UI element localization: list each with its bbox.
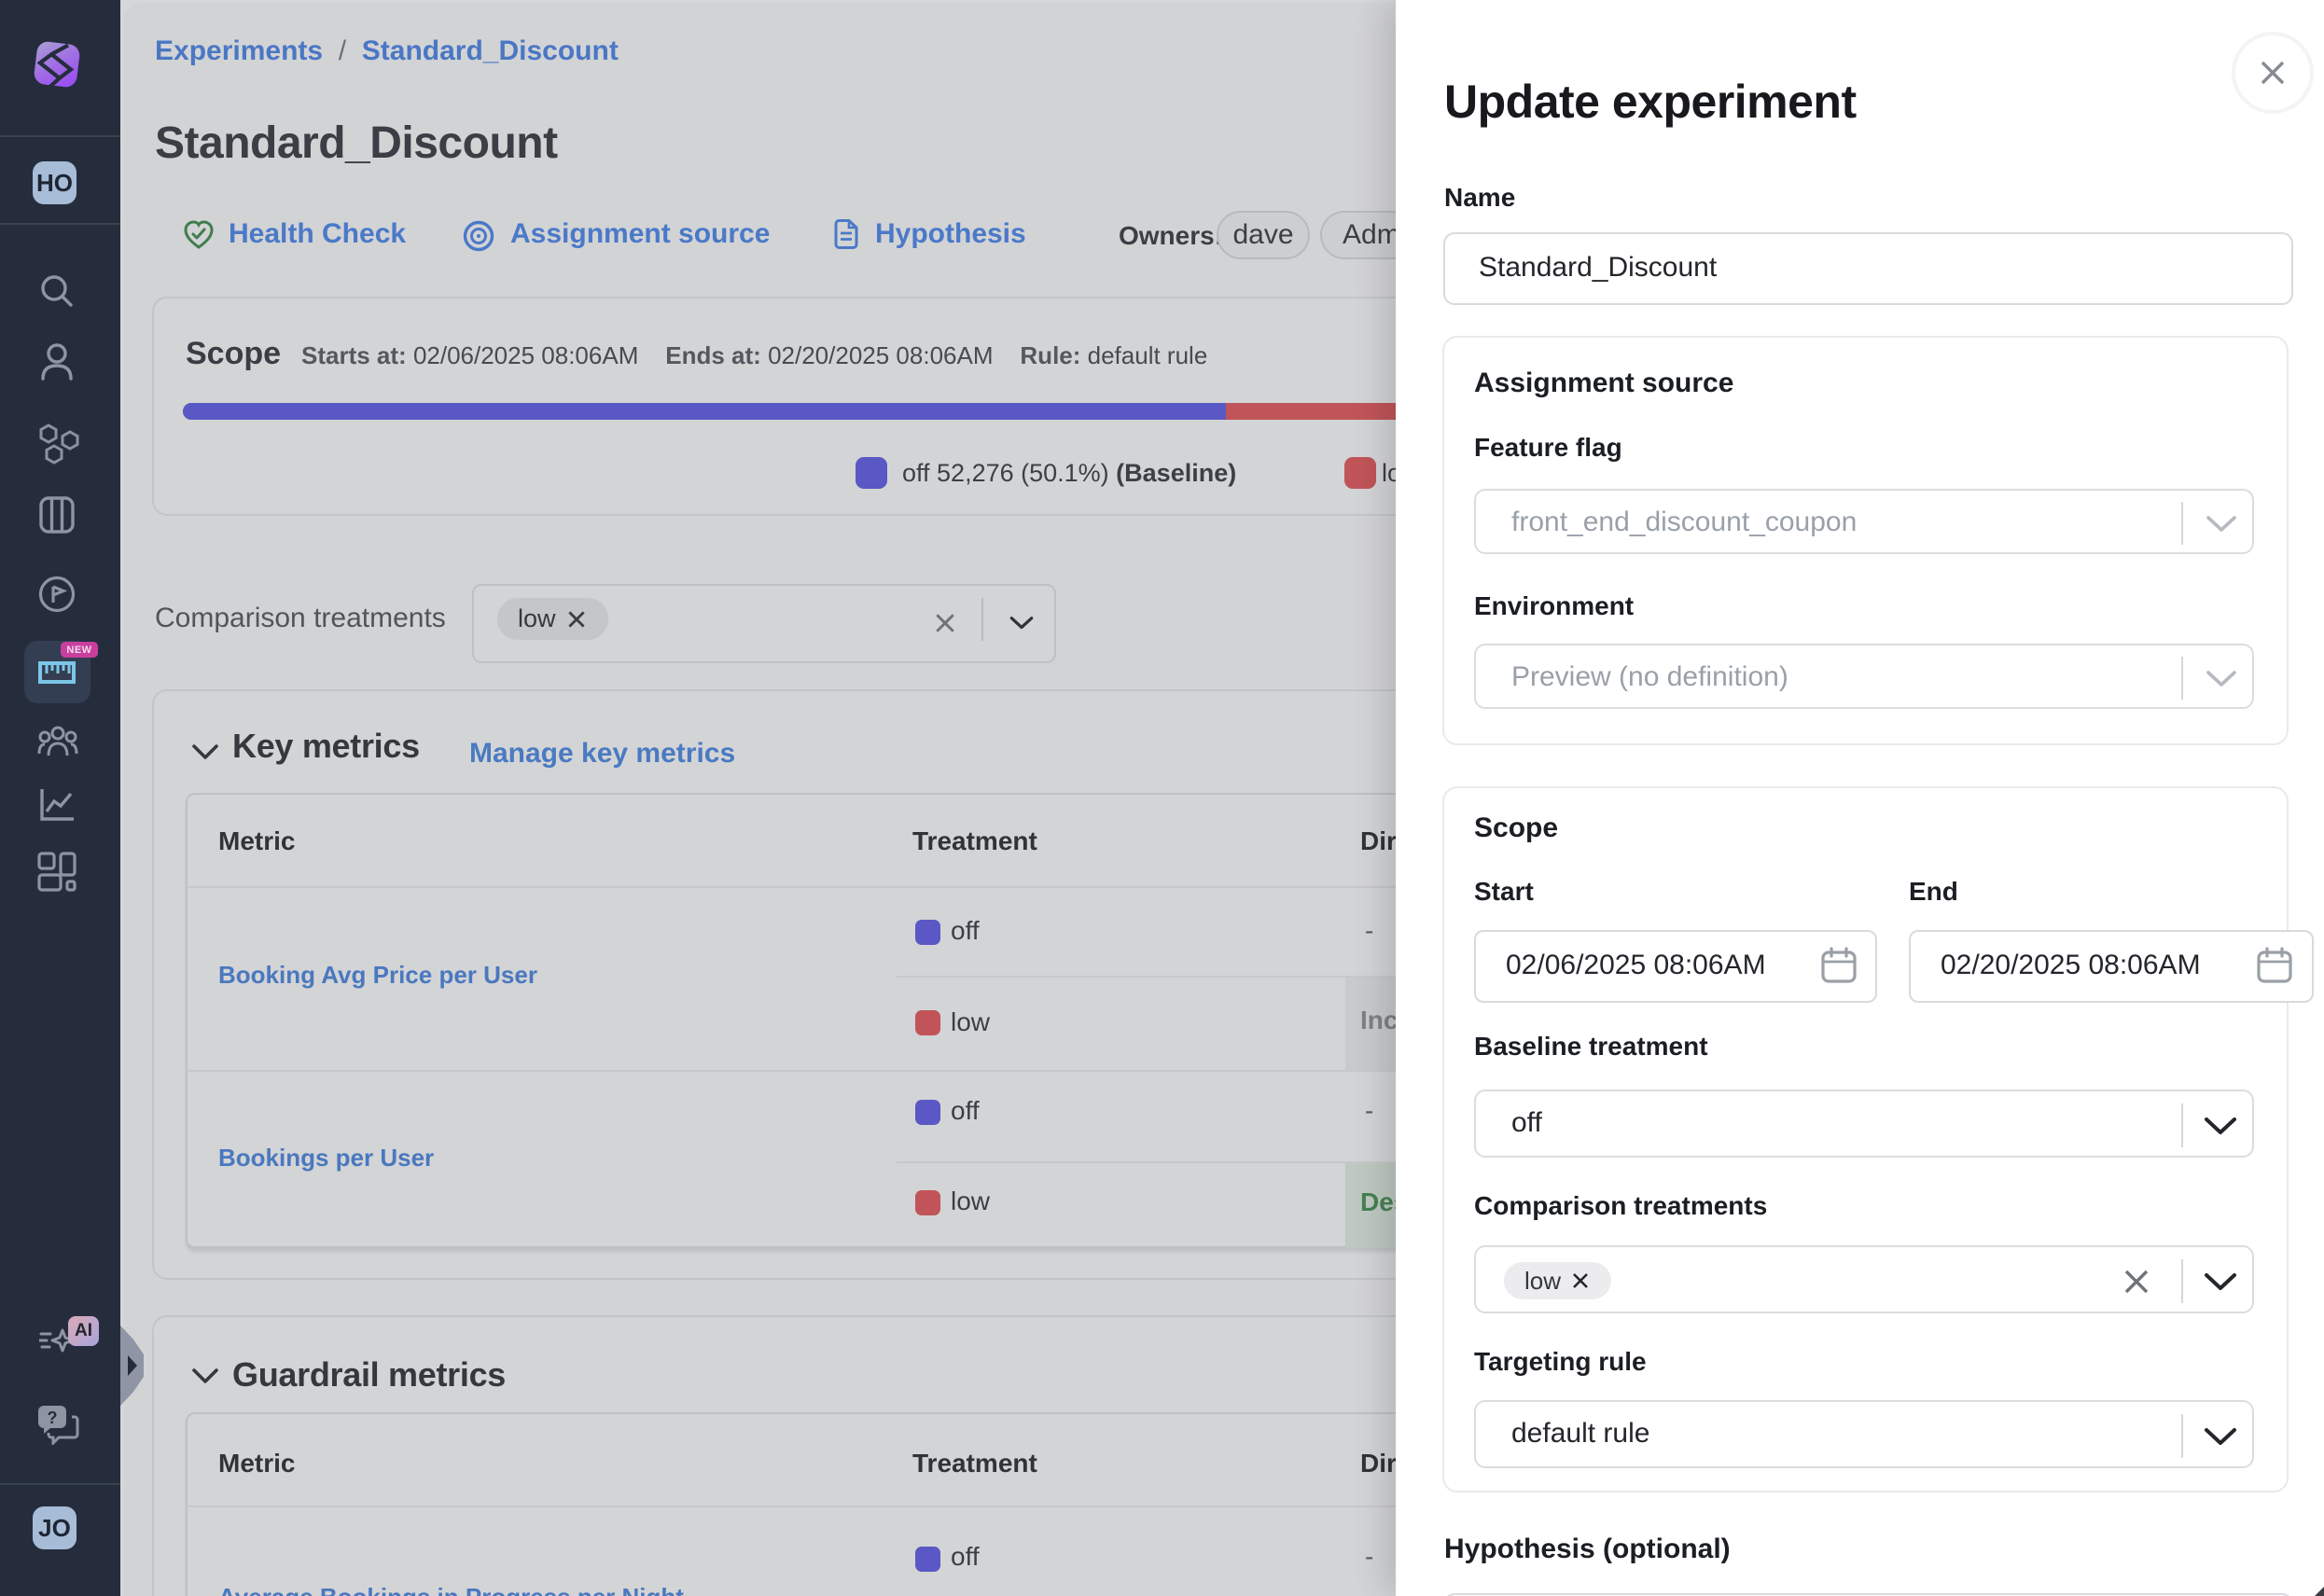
svg-text:?: ? <box>48 1409 58 1427</box>
